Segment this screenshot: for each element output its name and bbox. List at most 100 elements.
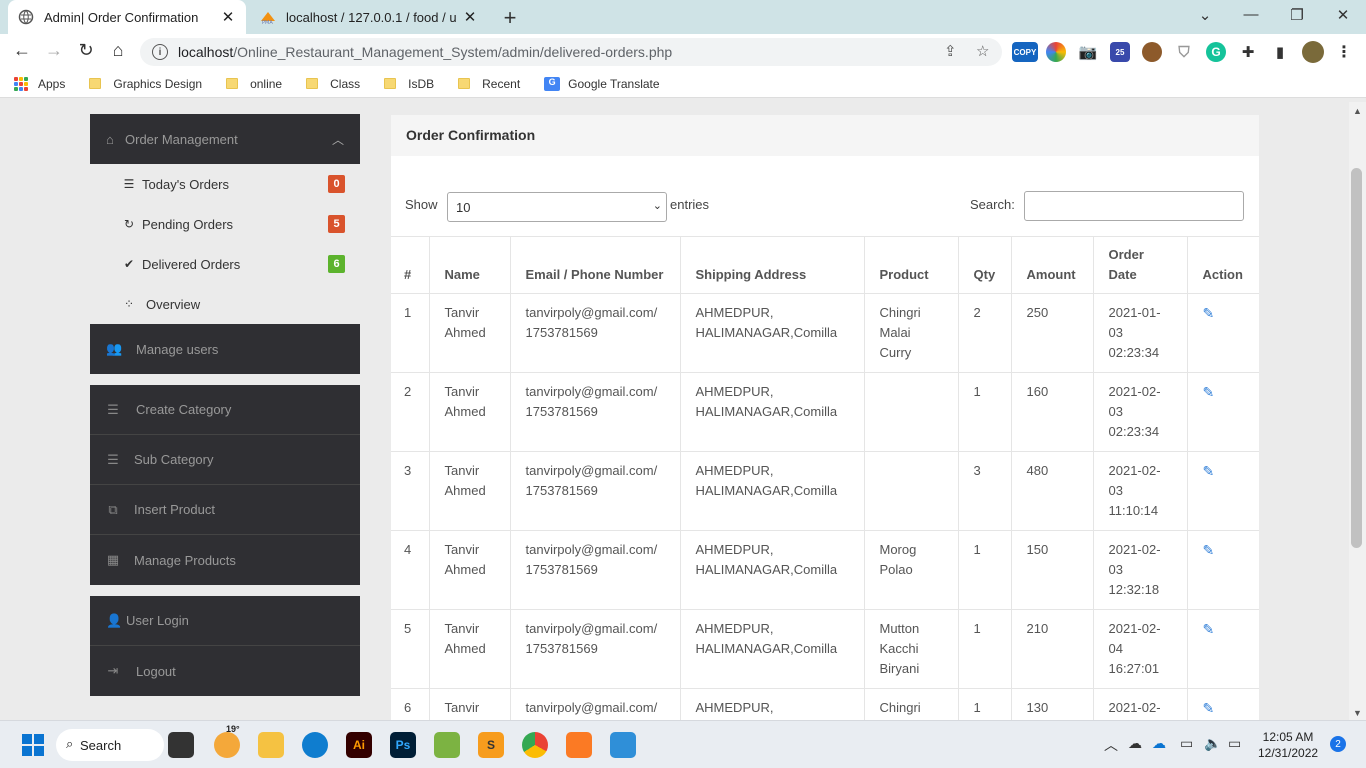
- notepad-icon[interactable]: [610, 732, 636, 758]
- menu-kebab-icon[interactable]: ⋮: [1334, 42, 1354, 62]
- home-icon[interactable]: ⌂: [106, 40, 130, 61]
- tab-admin-order-confirmation[interactable]: Admin| Order Confirmation ✕: [8, 0, 246, 34]
- sidebar-item-pending-orders[interactable]: ↻ Pending Orders 5: [90, 204, 360, 244]
- puzzle-extensions-icon[interactable]: ✚: [1238, 42, 1258, 62]
- sublime-text-icon[interactable]: S: [478, 732, 504, 758]
- share-icon[interactable]: ⇪: [944, 42, 957, 60]
- bookmarks-bar: Apps Graphics Design online Class IsDB R…: [0, 70, 1366, 98]
- file-explorer-icon[interactable]: [258, 732, 284, 758]
- bookmark-isdb[interactable]: IsDB: [384, 77, 434, 91]
- edit-icon[interactable]: ✎: [1203, 621, 1215, 637]
- bookmark-recent[interactable]: Recent: [458, 77, 520, 91]
- close-window-icon[interactable]: ✕: [1331, 6, 1355, 24]
- table-row: 1 Tanvir Ahmed tanvirpoly@gmail.com/ 175…: [391, 293, 1259, 373]
- sidebar-item-delivered-orders[interactable]: ✔ Delivered Orders 6: [90, 244, 360, 284]
- new-tab-icon[interactable]: +: [498, 5, 522, 31]
- sidebar-item-insert-product[interactable]: ⧉ Insert Product: [90, 485, 360, 535]
- chevron-up-icon[interactable]: ︿: [1104, 735, 1118, 755]
- color-picker-extension-icon[interactable]: [1046, 42, 1066, 62]
- table-row: 5 Tanvir Ahmed tanvirpoly@gmail.com/ 175…: [391, 609, 1259, 689]
- col-action: Action: [1186, 236, 1259, 294]
- site-info-icon[interactable]: i: [152, 44, 168, 60]
- side-panel-icon[interactable]: ▮: [1270, 42, 1290, 62]
- scroll-up-arrow-icon[interactable]: ▲: [1353, 106, 1362, 116]
- cloud-icon[interactable]: ☁: [1128, 735, 1142, 752]
- photoshop-icon[interactable]: Ps: [390, 732, 416, 758]
- edit-icon[interactable]: ✎: [1203, 463, 1215, 479]
- col-qty[interactable]: Qty: [957, 236, 1012, 294]
- taskbar-clock[interactable]: 12:05 AM 12/31/2022: [1258, 729, 1318, 761]
- browser-toolbar: ← → ↻ ⌂ i localhost/Online_Restaurant_Ma…: [0, 34, 1366, 70]
- bookmark-graphics-design[interactable]: Graphics Design: [89, 77, 202, 91]
- back-icon[interactable]: ←: [10, 40, 34, 61]
- search-input[interactable]: [1024, 191, 1244, 221]
- sidebar-item-user-login[interactable]: 👤 User Login: [90, 596, 360, 646]
- entries-label: entries: [670, 197, 710, 212]
- spinner-icon: ⁘: [123, 297, 135, 311]
- shield-extension-icon[interactable]: ⛉: [1174, 42, 1194, 62]
- tab-search-icon[interactable]: ⌄: [1193, 6, 1217, 24]
- copy-extension-icon[interactable]: COPY: [1012, 42, 1038, 62]
- profile-avatar[interactable]: [1302, 41, 1324, 63]
- page-scrollbar[interactable]: ▲ ▼: [1349, 102, 1366, 720]
- grammarly-extension-icon[interactable]: G: [1206, 42, 1226, 62]
- col-order-date[interactable]: Order Date: [1092, 236, 1188, 294]
- bookmark-google-translate[interactable]: G Google Translate: [544, 76, 660, 91]
- bookmark-star-icon[interactable]: ☆: [976, 42, 989, 60]
- notification-badge[interactable]: 2: [1330, 736, 1346, 752]
- edit-icon[interactable]: ✎: [1203, 305, 1215, 321]
- bookmark-class[interactable]: Class: [306, 77, 360, 91]
- sidebar-item-manage-products[interactable]: ▦ Manage Products: [90, 535, 360, 585]
- order-management-toggle[interactable]: ⌂ Order Management ︿: [90, 114, 360, 164]
- user-icon: 👤: [106, 612, 123, 628]
- forward-icon[interactable]: →: [42, 40, 66, 61]
- edit-icon[interactable]: ✎: [1203, 700, 1215, 716]
- bookmark-online[interactable]: online: [226, 77, 282, 91]
- camera-extension-icon[interactable]: 📷: [1078, 42, 1098, 62]
- onedrive-icon[interactable]: ☁: [1152, 735, 1166, 752]
- restore-icon[interactable]: ❐: [1285, 6, 1309, 24]
- close-tab-icon[interactable]: ✕: [462, 8, 478, 26]
- sidebar-item-manage-users[interactable]: 👥 Manage users: [90, 324, 360, 374]
- col-amount[interactable]: Amount: [1010, 236, 1094, 294]
- chrome-icon[interactable]: [522, 732, 548, 758]
- edge-icon[interactable]: [302, 732, 328, 758]
- entries-select[interactable]: 10 ⌄: [447, 192, 667, 222]
- order-confirmation-panel: Order Confirmation Show 10 ⌄ entries Sea…: [391, 115, 1259, 720]
- xampp-icon[interactable]: [566, 732, 592, 758]
- col-name[interactable]: Name: [428, 236, 511, 294]
- taskbar-search[interactable]: ⌕ Search: [56, 729, 164, 761]
- address-bar[interactable]: i localhost/Online_Restaurant_Management…: [140, 38, 1002, 66]
- edit-icon[interactable]: ✎: [1203, 384, 1215, 400]
- cookie-extension-icon[interactable]: [1142, 42, 1162, 62]
- col-shipping-address[interactable]: Shipping Address: [679, 236, 865, 294]
- edit-icon[interactable]: ✎: [1203, 542, 1215, 558]
- list-icon: ☰: [107, 401, 119, 417]
- sidebar-item-logout[interactable]: ⇥ Logout: [90, 646, 360, 696]
- sidebar-item-create-category[interactable]: ☰ Create Category: [90, 385, 360, 435]
- sidebar-item-sub-category[interactable]: ☰ Sub Category: [90, 435, 360, 485]
- illustrator-icon[interactable]: Ai: [346, 732, 372, 758]
- col-number[interactable]: #: [391, 236, 430, 294]
- bookmark-apps[interactable]: Apps: [14, 76, 65, 91]
- pending-orders-badge: 5: [328, 215, 345, 233]
- volume-icon[interactable]: 🔈: [1204, 735, 1221, 752]
- scroll-down-arrow-icon[interactable]: ▼: [1353, 708, 1362, 718]
- col-email-phone[interactable]: Email / Phone Number: [509, 236, 681, 294]
- close-tab-icon[interactable]: ✕: [220, 8, 236, 26]
- battery-icon[interactable]: ▭: [1228, 735, 1241, 752]
- app-icon[interactable]: [434, 732, 460, 758]
- col-product[interactable]: Product: [863, 236, 959, 294]
- windows-start-icon[interactable]: [20, 732, 46, 758]
- reload-icon[interactable]: ↻: [74, 40, 98, 61]
- weather-icon[interactable]: 19°: [214, 724, 240, 758]
- task-view-icon[interactable]: [168, 732, 194, 758]
- tab-phpmyadmin[interactable]: PMA localhost / 127.0.0.1 / food / user …: [250, 0, 488, 34]
- table-row: 6 Tanvir Ahmed tanvirpoly@gmail.com/ 175…: [391, 688, 1259, 720]
- minimize-icon[interactable]: —: [1239, 6, 1263, 23]
- mortarboard-extension-icon[interactable]: 25: [1110, 42, 1130, 62]
- display-icon[interactable]: ▭: [1180, 735, 1193, 752]
- sidebar-item-todays-orders[interactable]: ☰ Today's Orders 0: [90, 164, 360, 204]
- scrollbar-thumb[interactable]: [1351, 168, 1362, 548]
- sidebar-item-overview[interactable]: ⁘ Overview: [90, 284, 360, 324]
